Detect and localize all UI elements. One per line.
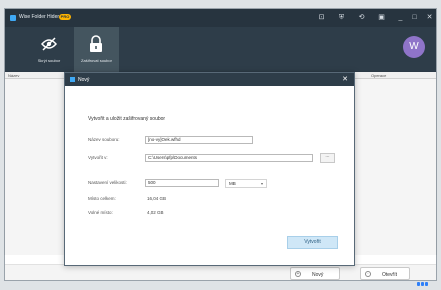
open-button[interactable]: · Otevřít — [360, 267, 410, 280]
filename-label: Název souboru: — [88, 137, 120, 142]
avatar[interactable]: W — [403, 36, 425, 58]
create-in-field[interactable]: C:\Users\pfp\Documents — [145, 154, 313, 162]
app-logo-icon — [10, 15, 16, 21]
menu-icon[interactable]: ▣ — [375, 12, 388, 23]
new-file-dialog: Nový ✕ Vytvořit a uložit zašifrovaný sou… — [64, 72, 355, 266]
footer-bar: + Nový · Otevřít — [5, 264, 436, 280]
dialog-heading: Vytvořit a uložit zašifrovaný soubor — [88, 116, 166, 122]
tray-icons — [417, 282, 435, 288]
dialog-title: Nový — [78, 77, 90, 83]
app-title: Wise Folder Hider — [19, 14, 60, 20]
total-space-value: 16,04 GB — [147, 196, 167, 201]
free-space-label: Volné místo: — [88, 210, 113, 215]
filename-field[interactable]: [no-vy]Oek.wfhd — [145, 136, 253, 144]
shield-icon[interactable]: ⛨ — [335, 12, 348, 23]
tab-encrypt-file[interactable]: Zašifrovat soubor — [74, 27, 119, 72]
lock-icon — [90, 35, 102, 52]
feedback-icon[interactable]: ⊡ — [315, 12, 328, 23]
unit-select[interactable]: MB ▾ — [225, 179, 267, 188]
app-logo-icon — [70, 77, 75, 82]
tray-icon[interactable] — [417, 282, 420, 286]
pro-badge: PRO — [59, 14, 71, 20]
new-button-label: Nový — [312, 272, 324, 278]
title-bar: Wise Folder Hider PRO ⊡ ⛨ ⟲ ▣ _ □ ✕ — [5, 9, 436, 27]
tab-hide-file-label: Skrýt soubor — [37, 58, 61, 63]
close-icon[interactable]: ✕ — [342, 75, 348, 84]
open-button-label: Otevřít — [382, 272, 398, 278]
tab-encrypt-file-label: Zašifrovat soubor — [81, 58, 112, 63]
toolbar: Skrýt soubor Zašifrovat soubor W — [5, 27, 436, 72]
tab-hide-file[interactable]: Skrýt soubor — [29, 27, 69, 72]
total-space-label: Místo celkem: — [88, 196, 116, 201]
open-icon: · — [365, 271, 371, 277]
tray-icon[interactable] — [425, 282, 428, 286]
create-button[interactable]: Vytvořit — [287, 236, 338, 249]
maximize-button[interactable]: □ — [408, 12, 421, 23]
refresh-icon[interactable]: ⟲ — [355, 12, 368, 23]
size-field[interactable]: 500 — [145, 179, 219, 187]
unit-value: MB — [229, 181, 236, 186]
plus-icon: + — [295, 271, 301, 277]
browse-button[interactable]: ... — [320, 153, 335, 163]
close-button[interactable]: ✕ — [423, 12, 436, 23]
eye-slash-icon — [41, 37, 57, 51]
create-in-label: Vytvořit v: — [88, 155, 108, 160]
new-button[interactable]: + Nový — [290, 267, 340, 280]
tray-icon[interactable] — [421, 282, 424, 286]
minimize-button[interactable]: _ — [394, 12, 407, 23]
free-space-value: 4,02 GB — [147, 210, 164, 215]
dialog-title-bar: Nový ✕ — [65, 73, 354, 86]
chevron-down-icon: ▾ — [260, 181, 263, 186]
size-label: Nastavení velikosti: — [88, 180, 127, 185]
